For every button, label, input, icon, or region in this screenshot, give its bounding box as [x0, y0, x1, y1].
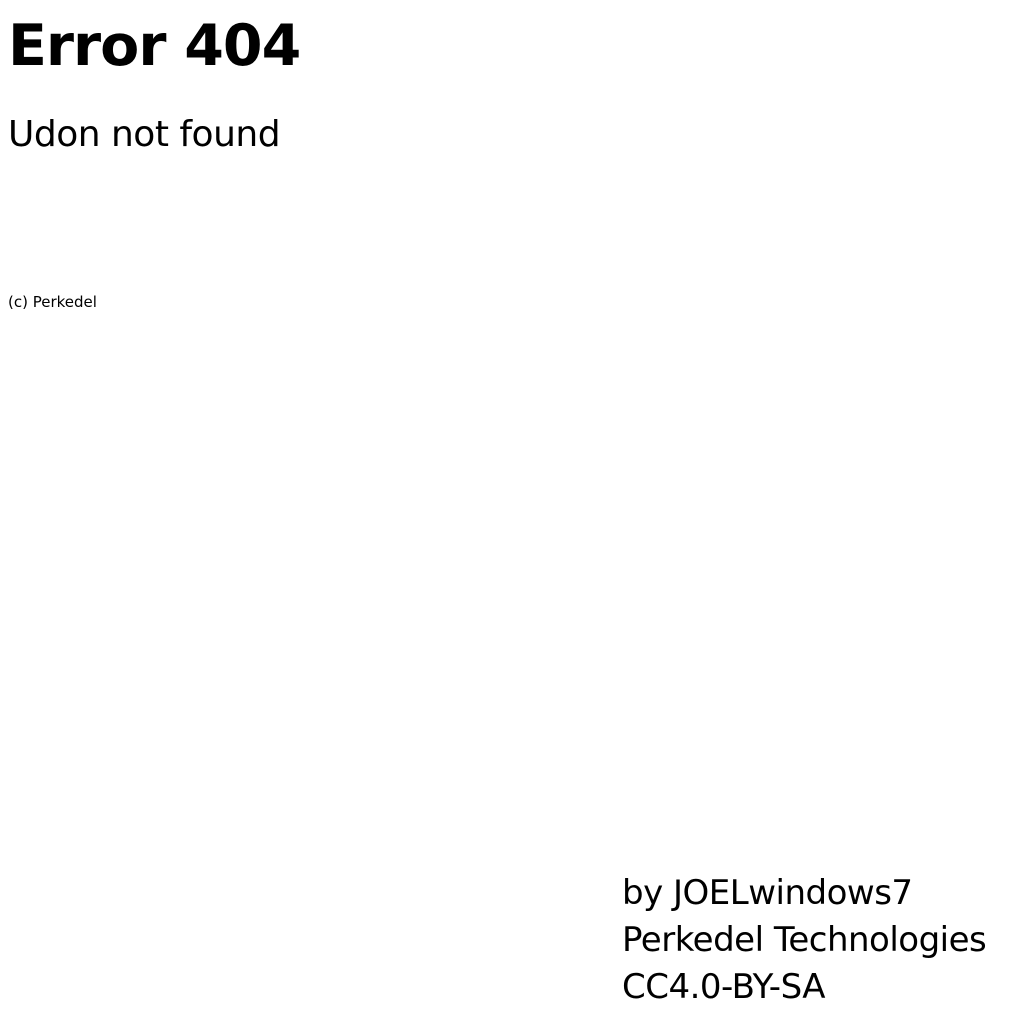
credits-author: by JOELwindows7 [622, 873, 913, 913]
error-page: Error 404 Udon not found (c) Perkedel by… [0, 0, 1024, 1024]
copyright-notice: (c) Perkedel [8, 293, 97, 311]
credits-license: CC4.0-BY-SA [622, 967, 826, 1007]
credits-block: by JOELwindows7 Perkedel Technologies CC… [622, 870, 1018, 1011]
error-message: Udon not found [8, 114, 281, 155]
credits-organization: Perkedel Technologies [622, 920, 987, 960]
error-title: Error 404 [8, 13, 301, 79]
